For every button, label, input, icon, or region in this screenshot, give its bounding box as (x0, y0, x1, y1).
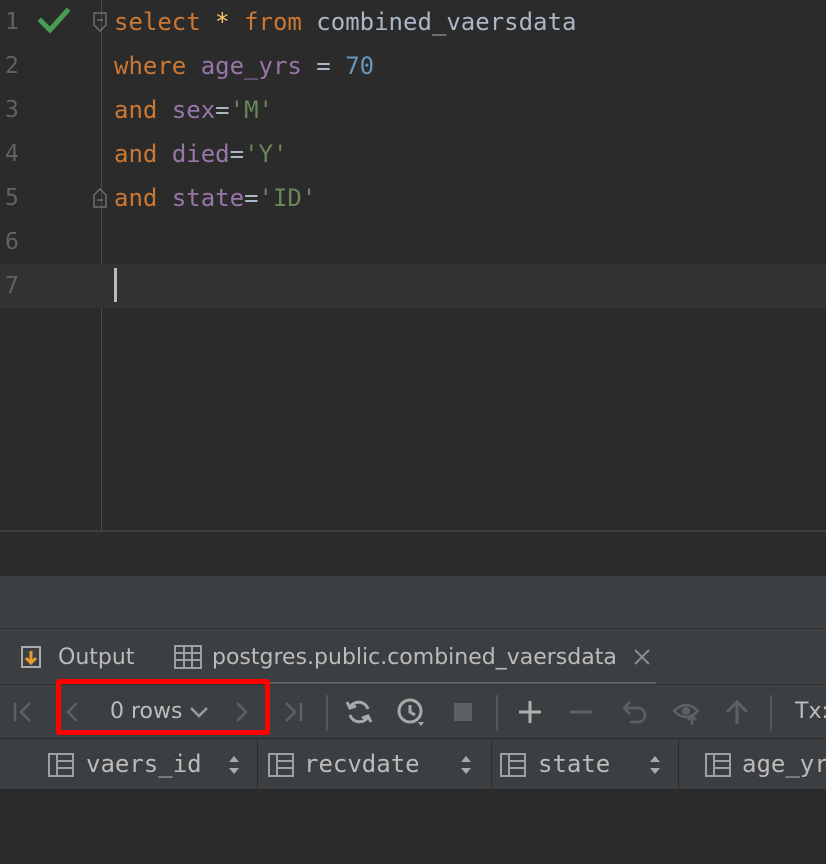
column-header-label: recvdate (304, 750, 420, 778)
code-token: and (114, 140, 158, 168)
code-token: = (229, 140, 245, 168)
submit-arrow-up-icon[interactable] (722, 697, 752, 727)
fold-end-icon[interactable] (93, 188, 107, 208)
column-header-label: age_yrs (742, 750, 826, 778)
close-icon[interactable] (633, 648, 651, 666)
code-token: = (215, 96, 230, 124)
fold-start-icon[interactable] (93, 12, 107, 32)
code-token: from (244, 8, 302, 36)
line-number: 3 (5, 97, 19, 123)
tab-output-label: Output (58, 644, 135, 670)
code-token: and (114, 184, 158, 212)
code-line-4[interactable]: 4 and died='Y' (0, 132, 826, 176)
column-icon (48, 753, 74, 777)
refresh-icon[interactable] (344, 697, 374, 727)
code-text: where age_yrs = 70 (114, 52, 374, 80)
sort-icon[interactable] (649, 754, 661, 776)
delete-row-icon[interactable] (566, 697, 596, 727)
column-header-label: state (538, 750, 611, 778)
code-token: = (244, 184, 259, 212)
line-number: 6 (5, 229, 19, 255)
output-icon (21, 646, 41, 668)
sort-icon[interactable] (460, 754, 472, 776)
table-icon (174, 645, 202, 669)
toolbar-separator (326, 695, 328, 731)
line-number: 1 (5, 9, 19, 35)
code-token: state (171, 184, 245, 212)
tab-result-label: postgres.public.combined_vaersdata (212, 644, 617, 670)
code-token: died (171, 140, 230, 168)
code-line-5[interactable]: 5 and state='ID' (0, 176, 826, 220)
line-number: 7 (5, 273, 19, 299)
tab-output[interactable]: Output (20, 629, 134, 685)
code-token: select (114, 8, 201, 36)
services-tab-bar: Output postgres.public.combined_vaersdat… (0, 628, 826, 685)
sort-icon[interactable] (228, 754, 240, 776)
preview-changes-icon[interactable] (672, 697, 702, 727)
code-line-1[interactable]: 1 select * from combined_vaersdata (0, 0, 826, 44)
code-token: age_yrs (200, 52, 302, 80)
add-row-icon[interactable] (515, 697, 545, 727)
column-icon (268, 753, 294, 777)
code-text: select * from combined_vaersdata (114, 8, 576, 36)
code-token: sex (171, 96, 216, 124)
history-clock-icon[interactable] (396, 697, 426, 727)
text-cursor (114, 268, 117, 302)
code-token: 'Y' (244, 140, 288, 168)
code-line-7[interactable]: 7 (0, 264, 826, 308)
code-token: and (114, 96, 158, 124)
column-header-age-yrs[interactable]: age_yrs (679, 739, 826, 789)
tab-result[interactable]: postgres.public.combined_vaersdata (174, 629, 651, 685)
stop-icon[interactable] (448, 697, 478, 727)
line-number: 4 (5, 141, 19, 167)
code-token: = (301, 52, 346, 80)
row-count-highlight-box (56, 679, 270, 735)
sql-editor[interactable]: 1 select * from combined_vaersdata 2 whe… (0, 0, 826, 530)
column-header-label: vaers_id (86, 750, 202, 778)
panel-splitter[interactable] (0, 576, 826, 628)
code-line-6[interactable]: 6 (0, 220, 826, 264)
code-line-3[interactable]: 3 and sex='M' (0, 88, 826, 132)
column-header-vaers-id[interactable]: vaers_id (0, 739, 258, 789)
last-page-icon[interactable] (278, 697, 308, 727)
toolbar-separator (770, 695, 772, 731)
first-page-icon[interactable] (8, 697, 38, 727)
code-text: and state='ID' (114, 184, 316, 212)
column-header-recvdate[interactable]: recvdate (258, 739, 492, 789)
transaction-mode-label[interactable]: Tx: (795, 697, 826, 727)
column-icon (705, 753, 731, 777)
code-token: * (215, 8, 230, 36)
code-token: 'ID' (258, 184, 317, 212)
result-grid-body (0, 789, 826, 864)
code-token: 70 (345, 52, 375, 80)
code-token: where (114, 52, 187, 80)
code-token: combined_vaersdata (301, 8, 577, 36)
line-number: 5 (5, 185, 19, 211)
column-icon (500, 753, 526, 777)
column-header-state[interactable]: state (492, 739, 679, 789)
result-grid-header: vaers_id recvdate state age_yrs (0, 738, 826, 790)
checkmark-icon (38, 7, 70, 34)
revert-icon[interactable] (620, 697, 650, 727)
code-token: 'M' (229, 96, 273, 124)
code-line-2[interactable]: 2 where age_yrs = 70 (0, 44, 826, 88)
code-text: and sex='M' (114, 96, 273, 124)
toolbar-separator (496, 695, 498, 731)
editor-scroll-area (0, 532, 826, 576)
line-number: 2 (5, 53, 19, 79)
code-text: and died='Y' (114, 140, 287, 168)
